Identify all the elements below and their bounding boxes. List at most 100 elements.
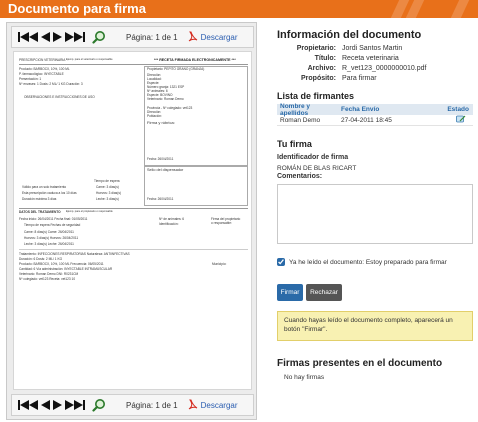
doc-signature-label: Firma y rúbrica:: [147, 120, 175, 125]
table-row: Roman Demo 27-04-2011 18:45: [277, 115, 473, 126]
present-signatures-heading: Firmas presentes en el documento: [277, 358, 443, 369]
pdf-page: PRESCRIPCION VETERINARIA Ejemp. para el …: [13, 51, 252, 390]
agree-checkbox-row[interactable]: Ya he leído el documento: Estoy preparad…: [277, 258, 473, 267]
previous-page-icon[interactable]: [41, 400, 50, 410]
info-label: Propietario:: [296, 45, 336, 52]
doc-header-left: PRESCRIPCION VETERINARIA: [19, 58, 66, 62]
doc-bottom-row: Cantidad: 6 Vía administración: INYECTAB…: [19, 267, 113, 271]
doc-bottom-row: Veterinario: Roman Demo DNI: R0231CM: [19, 272, 79, 276]
doc-header-note: Ejemp. para el veterinario o responsable: [66, 58, 113, 61]
no-signatures-text: No hay firmas: [284, 374, 325, 381]
info-heading: Información del documento: [277, 29, 422, 41]
signature-id-label: Identificador de firma: [277, 154, 349, 161]
signers-table: Nombre y apellidos Fecha Envío Estado Ro…: [277, 103, 473, 126]
doc-divider: [19, 208, 248, 209]
column-header-date[interactable]: Fecha Envío: [339, 106, 435, 113]
info-value: Jordi Santos Martin: [342, 45, 403, 52]
last-page-icon[interactable]: [65, 32, 85, 42]
doc-wait-row: Leche: 3 días(s): [96, 197, 119, 201]
info-value: Receta veterinaria: [342, 55, 399, 62]
window-titlebar: Documento para firma: [0, 0, 478, 18]
sign-hint-note: Cuando hayas leído el documento completo…: [277, 311, 473, 341]
sign-heading: Tu firma: [277, 139, 312, 149]
doc-treatment-row: Fecha inicio: 26/04/2011 Fecha final: 01…: [19, 217, 88, 221]
doc-treatment-right: o responsable:: [211, 221, 232, 225]
download-link[interactable]: Descargar: [188, 31, 238, 43]
page-indicator: Página: 1 de 1: [126, 400, 178, 410]
download-label: Descargar: [200, 32, 238, 42]
signer-name: Roman Demo: [280, 116, 321, 124]
doc-date: Fecha: 26/04/2011: [147, 197, 174, 201]
window-title: Documento para firma: [8, 1, 146, 16]
viewer-toolbar-top: Página: 1 de 1 Descargar: [11, 26, 254, 48]
doc-treatment-label: DATOS DEL TRATAMIENTO: [19, 210, 61, 214]
column-header-state[interactable]: Estado: [435, 106, 473, 113]
info-label: Propósito:: [301, 75, 336, 82]
viewer-toolbar-bottom: Página: 1 de 1 Descargar: [11, 394, 254, 416]
next-page-icon[interactable]: [53, 32, 62, 42]
doc-municipality: Municipio:: [212, 262, 227, 266]
doc-field: Nº envases: 1 Dosis: 2 ML/ 1 KG Duración…: [19, 82, 83, 86]
doc-valid-note: Válido para un solo tratamiento: [22, 185, 67, 189]
doc-field: Propietario: PEPITO GRANO (GRANJA): [147, 67, 205, 71]
doc-treatment-row: Carne: 8 días(s) Carne: 26/04/2011: [24, 230, 74, 234]
doc-treatment-right: Identificación:: [159, 222, 179, 226]
signer-state: [435, 115, 473, 125]
doc-observations: OBSERVACIONES E INSTRUCCIONES DE USO: [24, 95, 95, 99]
pending-signature-icon[interactable]: [456, 115, 466, 123]
pdf-viewer: Página: 1 de 1 Descargar PRESCRIPCION VE…: [6, 22, 257, 420]
doc-field: P. farmacológico: INYECTABLE: [19, 72, 64, 76]
info-value: R_vet123_0000000010.pdf: [342, 65, 427, 72]
page-navigation: [18, 30, 106, 44]
doc-wait-row: Carne: 3 días(s): [96, 185, 119, 189]
doc-divider: [19, 249, 248, 250]
info-label: Título:: [314, 55, 336, 62]
doc-duration-note: Duración máxima 3 días: [22, 197, 57, 201]
signers-heading: Lista de firmantes: [277, 91, 355, 101]
doc-treatment-row: Leche: 3 días(s) Leche: 26/04/2011: [24, 242, 74, 246]
comments-label: Comentarios:: [277, 173, 323, 180]
doc-bottom-row: Tratamiento: INFECCIONES RESPIRATORIAS N…: [19, 252, 130, 256]
zoom-icon[interactable]: [92, 30, 106, 44]
doc-bottom-row: Producto: BARBOCX, 10%, 100 ML Frecuenci…: [19, 262, 104, 266]
doc-divider: [19, 64, 248, 65]
last-page-icon[interactable]: [65, 400, 85, 410]
doc-field: Producto: BARBOCX, 10%, 100 ML: [19, 67, 70, 71]
doc-treatment-row: Tiempo de espera Fechas de seguridad: [24, 223, 81, 227]
doc-date: Fecha: 26/04/2011: [147, 157, 174, 161]
info-label: Archivo:: [307, 65, 336, 72]
comments-field[interactable]: [277, 184, 473, 244]
doc-treatment-row: Huevos: 3 días(s) Huevos: 26/04/2011: [24, 236, 79, 240]
signer-date: 27-04-2011 18:45: [341, 116, 392, 124]
zoom-icon[interactable]: [92, 398, 106, 412]
doc-expiry-note: Esta prescripción caduca a los 10 días: [22, 191, 77, 195]
doc-wait-row: Huevos: 3 días(s): [96, 191, 121, 195]
signature-id-value: ROMÁN DE BLAS RICART: [277, 165, 357, 172]
page-navigation: [18, 398, 106, 412]
page-indicator: Página: 1 de 1: [126, 32, 178, 42]
doc-treatment-right: Nº de animales: 6: [159, 217, 185, 221]
doc-bottom-row: Nº colegiado: vet123 Receta: vet123 10: [19, 277, 76, 281]
previous-page-icon[interactable]: [41, 32, 50, 42]
doc-wait-label: Tiempo de espera: [94, 179, 120, 183]
titlebar-decoration: [450, 0, 470, 18]
titlebar-decoration: [405, 0, 425, 18]
next-page-icon[interactable]: [53, 400, 62, 410]
doc-field: Presentación: 1: [19, 77, 42, 81]
doc-bottom-row: Duración: 6 Dosis: 2 ML/ 1 KG: [19, 257, 63, 261]
download-link[interactable]: Descargar: [188, 399, 238, 411]
info-value: Para firmar: [342, 75, 377, 82]
first-page-icon[interactable]: [18, 400, 38, 410]
first-page-icon[interactable]: [18, 32, 38, 42]
doc-field: Veterinario: Roman Demo: [147, 97, 184, 101]
doc-treatment-note: Ejemp. para el propietario o responsable: [66, 210, 113, 213]
sign-button[interactable]: Firmar: [277, 284, 303, 301]
doc-header-right: *** RECETA FIRMADA ELECTRONICAMENTE ***: [154, 57, 236, 62]
agree-label: Ya he leído el documento: Estoy preparad…: [289, 259, 447, 266]
pdf-icon: [188, 31, 197, 42]
doc-field: Población:: [147, 114, 162, 118]
agree-checkbox[interactable]: [277, 258, 285, 266]
column-header-name[interactable]: Nombre y apellidos: [277, 103, 339, 117]
download-label: Descargar: [200, 400, 238, 410]
reject-button[interactable]: Rechazar: [306, 284, 342, 301]
